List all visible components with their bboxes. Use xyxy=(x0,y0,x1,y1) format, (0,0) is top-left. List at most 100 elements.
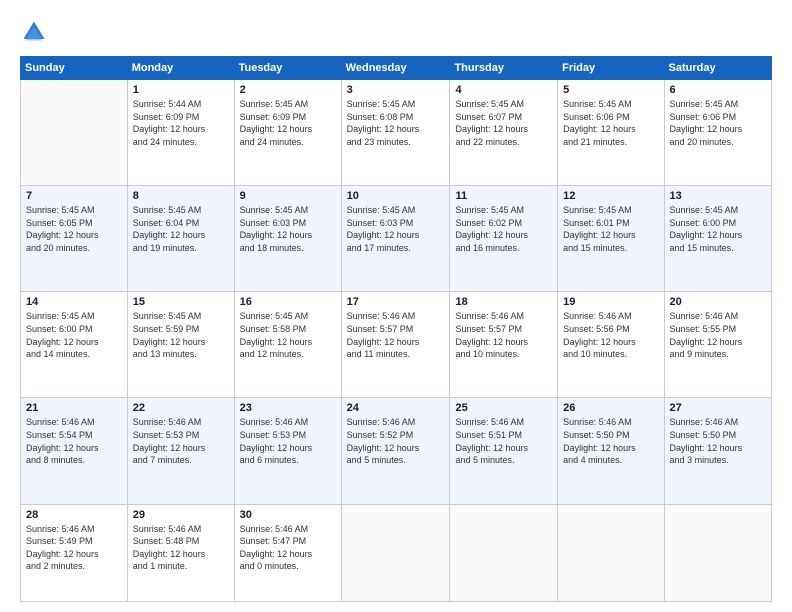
calendar-cell: 2 Sunrise: 5:45 AM Sunset: 6:09 PM Daylig… xyxy=(234,80,341,186)
day-info: Sunrise: 5:46 AM Sunset: 5:51 PM Dayligh… xyxy=(455,416,552,466)
day-info: Sunrise: 5:45 AM Sunset: 6:00 PM Dayligh… xyxy=(26,310,122,360)
logo xyxy=(20,18,52,46)
calendar-cell: 11Sunrise: 5:45 AM Sunset: 6:02 PM Dayli… xyxy=(450,186,558,292)
day-number: 23 xyxy=(240,402,336,414)
calendar-cell: 4 Sunrise: 5:45 AM Sunset: 6:07 PM Daylig… xyxy=(450,80,558,186)
calendar-cell: 27 Sunrise: 5:46 AM Sunset: 5:50 PM Dayli… xyxy=(664,398,771,504)
calendar-cell: 13 Sunrise: 5:45 AM Sunset: 6:00 PM Dayli… xyxy=(664,186,771,292)
day-number: 3 xyxy=(347,84,445,96)
day-info: Sunrise: 5:45 AM Sunset: 6:03 PM Dayligh… xyxy=(240,204,336,254)
weekday-header: Monday xyxy=(127,57,234,80)
day-number: 30 xyxy=(240,509,336,521)
header xyxy=(20,18,772,46)
calendar-cell: 24 Sunrise: 5:46 AM Sunset: 5:52 PM Dayli… xyxy=(341,398,450,504)
calendar-week-row: 1 Sunrise: 5:44 AM Sunset: 6:09 PM Daylig… xyxy=(21,80,772,186)
day-info: Sunrise: 5:45 AM Sunset: 6:00 PM Dayligh… xyxy=(670,204,766,254)
calendar-cell: 14 Sunrise: 5:45 AM Sunset: 6:00 PM Dayli… xyxy=(21,292,128,398)
day-info: Sunrise: 5:46 AM Sunset: 5:50 PM Dayligh… xyxy=(670,416,766,466)
logo-icon xyxy=(20,18,48,46)
calendar-cell xyxy=(341,504,450,601)
day-number: 6 xyxy=(670,84,766,96)
day-info: Sunrise: 5:46 AM Sunset: 5:49 PM Dayligh… xyxy=(26,523,122,573)
day-info: Sunrise: 5:45 AM Sunset: 6:08 PM Dayligh… xyxy=(347,98,445,148)
day-number: 10 xyxy=(347,190,445,202)
day-number: 13 xyxy=(670,190,766,202)
calendar-table: SundayMondayTuesdayWednesdayThursdayFrid… xyxy=(20,56,772,602)
day-number: 26 xyxy=(563,402,658,414)
day-number: 24 xyxy=(347,402,445,414)
day-number: 27 xyxy=(670,402,766,414)
day-info: Sunrise: 5:46 AM Sunset: 5:50 PM Dayligh… xyxy=(563,416,658,466)
calendar-cell: 10 Sunrise: 5:45 AM Sunset: 6:03 PM Dayli… xyxy=(341,186,450,292)
day-info: Sunrise: 5:46 AM Sunset: 5:52 PM Dayligh… xyxy=(347,416,445,466)
day-number: 18 xyxy=(455,296,552,308)
day-number: 19 xyxy=(563,296,658,308)
day-info: Sunrise: 5:45 AM Sunset: 6:06 PM Dayligh… xyxy=(670,98,766,148)
day-info: Sunrise: 5:46 AM Sunset: 5:56 PM Dayligh… xyxy=(563,310,658,360)
calendar-week-row: 21Sunrise: 5:46 AM Sunset: 5:54 PM Dayli… xyxy=(21,398,772,504)
calendar-cell: 3 Sunrise: 5:45 AM Sunset: 6:08 PM Daylig… xyxy=(341,80,450,186)
calendar-cell xyxy=(21,80,128,186)
day-number: 5 xyxy=(563,84,658,96)
calendar-cell: 18 Sunrise: 5:46 AM Sunset: 5:57 PM Dayli… xyxy=(450,292,558,398)
calendar-cell: 15 Sunrise: 5:45 AM Sunset: 5:59 PM Dayli… xyxy=(127,292,234,398)
day-number: 2 xyxy=(240,84,336,96)
day-number: 8 xyxy=(133,190,229,202)
calendar-cell: 16 Sunrise: 5:45 AM Sunset: 5:58 PM Dayli… xyxy=(234,292,341,398)
day-number: 12 xyxy=(563,190,658,202)
calendar-cell: 7 Sunrise: 5:45 AM Sunset: 6:05 PM Daylig… xyxy=(21,186,128,292)
weekday-header: Saturday xyxy=(664,57,771,80)
calendar-cell: 21Sunrise: 5:46 AM Sunset: 5:54 PM Dayli… xyxy=(21,398,128,504)
calendar-cell: 30 Sunrise: 5:46 AM Sunset: 5:47 PM Dayli… xyxy=(234,504,341,601)
day-info: Sunrise: 5:46 AM Sunset: 5:53 PM Dayligh… xyxy=(240,416,336,466)
weekday-header: Tuesday xyxy=(234,57,341,80)
day-info: Sunrise: 5:44 AM Sunset: 6:09 PM Dayligh… xyxy=(133,98,229,148)
day-info: Sunrise: 5:46 AM Sunset: 5:57 PM Dayligh… xyxy=(347,310,445,360)
day-number: 17 xyxy=(347,296,445,308)
day-info: Sunrise: 5:46 AM Sunset: 5:47 PM Dayligh… xyxy=(240,523,336,573)
calendar-cell: 5 Sunrise: 5:45 AM Sunset: 6:06 PM Daylig… xyxy=(558,80,664,186)
calendar-week-row: 14 Sunrise: 5:45 AM Sunset: 6:00 PM Dayli… xyxy=(21,292,772,398)
weekday-header-row: SundayMondayTuesdayWednesdayThursdayFrid… xyxy=(21,57,772,80)
weekday-header: Thursday xyxy=(450,57,558,80)
day-info: Sunrise: 5:46 AM Sunset: 5:53 PM Dayligh… xyxy=(133,416,229,466)
day-number: 25 xyxy=(455,402,552,414)
calendar-cell: 22 Sunrise: 5:46 AM Sunset: 5:53 PM Dayli… xyxy=(127,398,234,504)
weekday-header: Wednesday xyxy=(341,57,450,80)
calendar-cell: 8 Sunrise: 5:45 AM Sunset: 6:04 PM Daylig… xyxy=(127,186,234,292)
day-number: 7 xyxy=(26,190,122,202)
day-info: Sunrise: 5:45 AM Sunset: 6:09 PM Dayligh… xyxy=(240,98,336,148)
page: SundayMondayTuesdayWednesdayThursdayFrid… xyxy=(0,0,792,612)
calendar-cell: 6 Sunrise: 5:45 AM Sunset: 6:06 PM Daylig… xyxy=(664,80,771,186)
day-number: 14 xyxy=(26,296,122,308)
calendar-cell: 17 Sunrise: 5:46 AM Sunset: 5:57 PM Dayli… xyxy=(341,292,450,398)
day-info: Sunrise: 5:46 AM Sunset: 5:48 PM Dayligh… xyxy=(133,523,229,573)
calendar-cell: 9Sunrise: 5:45 AM Sunset: 6:03 PM Daylig… xyxy=(234,186,341,292)
calendar-cell: 29 Sunrise: 5:46 AM Sunset: 5:48 PM Dayli… xyxy=(127,504,234,601)
day-info: Sunrise: 5:45 AM Sunset: 5:58 PM Dayligh… xyxy=(240,310,336,360)
day-number: 1 xyxy=(133,84,229,96)
day-info: Sunrise: 5:45 AM Sunset: 6:05 PM Dayligh… xyxy=(26,204,122,254)
day-number: 29 xyxy=(133,509,229,521)
calendar-cell: 23 Sunrise: 5:46 AM Sunset: 5:53 PM Dayli… xyxy=(234,398,341,504)
day-number: 28 xyxy=(26,509,122,521)
calendar-cell: 12Sunrise: 5:45 AM Sunset: 6:01 PM Dayli… xyxy=(558,186,664,292)
weekday-header: Sunday xyxy=(21,57,128,80)
day-number: 22 xyxy=(133,402,229,414)
day-info: Sunrise: 5:45 AM Sunset: 6:06 PM Dayligh… xyxy=(563,98,658,148)
day-number: 16 xyxy=(240,296,336,308)
day-info: Sunrise: 5:45 AM Sunset: 5:59 PM Dayligh… xyxy=(133,310,229,360)
calendar-cell: 1 Sunrise: 5:44 AM Sunset: 6:09 PM Daylig… xyxy=(127,80,234,186)
weekday-header: Friday xyxy=(558,57,664,80)
day-info: Sunrise: 5:46 AM Sunset: 5:57 PM Dayligh… xyxy=(455,310,552,360)
day-info: Sunrise: 5:45 AM Sunset: 6:03 PM Dayligh… xyxy=(347,204,445,254)
day-info: Sunrise: 5:45 AM Sunset: 6:07 PM Dayligh… xyxy=(455,98,552,148)
calendar-cell: 25 Sunrise: 5:46 AM Sunset: 5:51 PM Dayli… xyxy=(450,398,558,504)
calendar-cell: 26 Sunrise: 5:46 AM Sunset: 5:50 PM Dayli… xyxy=(558,398,664,504)
calendar-cell: 28 Sunrise: 5:46 AM Sunset: 5:49 PM Dayli… xyxy=(21,504,128,601)
calendar-cell: 20Sunrise: 5:46 AM Sunset: 5:55 PM Dayli… xyxy=(664,292,771,398)
calendar-week-row: 7 Sunrise: 5:45 AM Sunset: 6:05 PM Daylig… xyxy=(21,186,772,292)
day-number: 15 xyxy=(133,296,229,308)
day-info: Sunrise: 5:45 AM Sunset: 6:04 PM Dayligh… xyxy=(133,204,229,254)
day-number: 4 xyxy=(455,84,552,96)
